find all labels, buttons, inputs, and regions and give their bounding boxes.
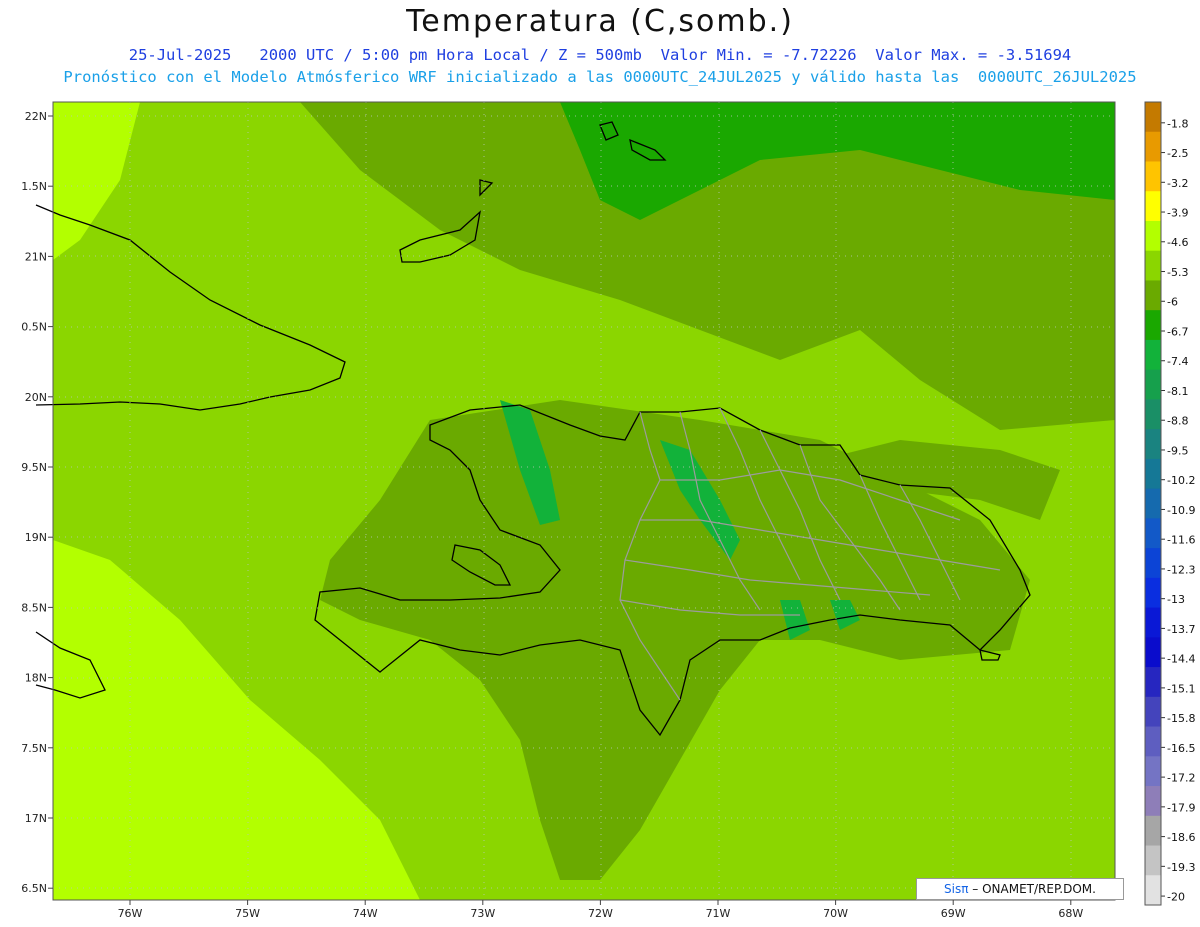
colorbar-swatch bbox=[1145, 131, 1161, 162]
lat-label: 19N bbox=[25, 531, 47, 544]
colorbar-label: -18.6 bbox=[1167, 831, 1195, 844]
colorbar-swatch bbox=[1145, 875, 1161, 906]
colorbar-swatch bbox=[1145, 786, 1161, 817]
colorbar-swatch bbox=[1145, 756, 1161, 787]
colorbar-label: -19.3 bbox=[1167, 861, 1195, 874]
lon-label: 75W bbox=[235, 907, 260, 920]
colorbar-swatch bbox=[1145, 399, 1161, 430]
colorbar-swatch bbox=[1145, 191, 1161, 222]
colorbar-label: -2.5 bbox=[1167, 147, 1188, 160]
colorbar-label: -8.8 bbox=[1167, 415, 1188, 428]
colorbar-label: -14.4 bbox=[1167, 653, 1195, 666]
colorbar-label: -17.9 bbox=[1167, 801, 1195, 814]
colorbar: -1.8 -2.5 -3.2 -3.9 -4.6 -5.3 -6 -6.7 -7.4 -8.1 -8… bbox=[1144, 101, 1195, 906]
lat-label: 0.5N bbox=[21, 321, 47, 334]
colorbar-swatch bbox=[1145, 637, 1161, 668]
colorbar-label: -8.1 bbox=[1167, 385, 1188, 398]
lat-label: 7.5N bbox=[21, 742, 47, 755]
colorbar-label: -5.3 bbox=[1167, 266, 1188, 279]
colorbar-label: -6 bbox=[1167, 296, 1178, 309]
colorbar-label: -17.2 bbox=[1167, 772, 1195, 785]
lon-label: 72W bbox=[588, 907, 613, 920]
temperature-map: 22N 1.5N 21N 0.5N 20N 9.5N 19N 8.5N 18N 7.5N 17N 6.… bbox=[21, 101, 1195, 920]
lon-label: 74W bbox=[353, 907, 378, 920]
colorbar-swatch bbox=[1145, 845, 1161, 876]
lat-label: 9.5N bbox=[21, 461, 47, 474]
colorbar-swatch bbox=[1145, 369, 1161, 400]
colorbar-label: -7.4 bbox=[1167, 355, 1188, 368]
colorbar-swatch bbox=[1145, 667, 1161, 698]
lat-label: 8.5N bbox=[21, 601, 47, 614]
colorbar-swatch bbox=[1145, 607, 1161, 638]
colorbar-label: -13.7 bbox=[1167, 623, 1195, 636]
credit-box: Sisπ – ONAMET/REP.DOM. bbox=[916, 878, 1124, 900]
colorbar-swatch bbox=[1145, 548, 1161, 579]
colorbar-label: -16.5 bbox=[1167, 742, 1195, 755]
colorbar-label: -15.1 bbox=[1167, 682, 1195, 695]
lat-label: 6.5N bbox=[21, 882, 47, 895]
latitude-labels: 22N 1.5N 21N 0.5N 20N 9.5N 19N 8.5N 18N 7.5N 17N 6.… bbox=[21, 110, 53, 895]
colorbar-label: -11.6 bbox=[1167, 534, 1195, 547]
colorbar-swatch bbox=[1145, 310, 1161, 341]
colorbar-swatch bbox=[1145, 161, 1161, 192]
lat-label: 1.5N bbox=[21, 180, 47, 193]
colorbar-swatch bbox=[1145, 220, 1161, 252]
colorbar-swatch bbox=[1145, 429, 1161, 460]
lon-label: 68W bbox=[1058, 907, 1083, 920]
lat-label: 21N bbox=[25, 250, 47, 263]
lon-label: 71W bbox=[706, 907, 731, 920]
colorbar-swatch bbox=[1145, 250, 1161, 281]
colorbar-swatch bbox=[1145, 488, 1161, 519]
colorbar-label: -20 bbox=[1167, 891, 1185, 904]
colorbar-swatch bbox=[1145, 102, 1161, 133]
colorbar-label: -3.2 bbox=[1167, 177, 1188, 190]
colorbar-swatch bbox=[1145, 458, 1161, 490]
colorbar-label: -4.6 bbox=[1167, 236, 1188, 249]
colorbar-swatch bbox=[1145, 280, 1161, 311]
colorbar-label: -9.5 bbox=[1167, 444, 1188, 457]
colorbar-label: -6.7 bbox=[1167, 325, 1188, 338]
colorbar-label: -10.9 bbox=[1167, 504, 1195, 517]
colorbar-label: -10.2 bbox=[1167, 474, 1195, 487]
colorbar-label: -13 bbox=[1167, 593, 1185, 606]
sis-logo-text: Sisπ bbox=[944, 882, 969, 896]
colorbar-swatch bbox=[1145, 815, 1161, 847]
colorbar-swatch bbox=[1145, 726, 1161, 757]
lat-label: 18N bbox=[25, 672, 47, 685]
colorbar-swatch bbox=[1145, 339, 1161, 371]
colorbar-label: -3.9 bbox=[1167, 207, 1188, 220]
lat-label: 22N bbox=[25, 110, 47, 123]
credit-text: – ONAMET/REP.DOM. bbox=[972, 882, 1096, 896]
lon-label: 76W bbox=[118, 907, 143, 920]
colorbar-label: -1.8 bbox=[1167, 117, 1188, 130]
longitude-labels: 76W 75W 74W 73W 72W 71W 70W 69W 68W bbox=[118, 900, 1083, 920]
colorbar-swatch bbox=[1145, 518, 1161, 549]
colorbar-swatch bbox=[1145, 696, 1161, 728]
lon-label: 73W bbox=[470, 907, 495, 920]
colorbar-label: -12.3 bbox=[1167, 563, 1195, 576]
colorbar-label: -15.8 bbox=[1167, 712, 1195, 725]
lon-label: 70W bbox=[823, 907, 848, 920]
lon-label: 69W bbox=[941, 907, 966, 920]
colorbar-swatch bbox=[1145, 577, 1161, 609]
lat-label: 20N bbox=[25, 391, 47, 404]
lat-label: 17N bbox=[25, 812, 47, 825]
